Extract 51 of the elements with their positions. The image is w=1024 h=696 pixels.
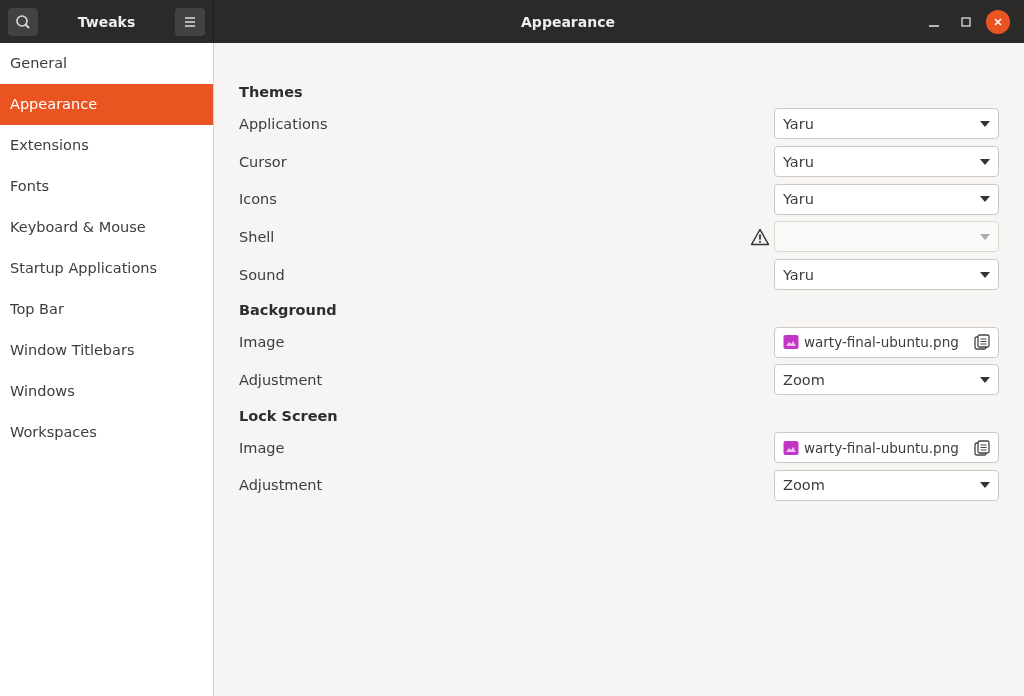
search-icon bbox=[15, 13, 31, 30]
close-button[interactable] bbox=[986, 9, 1010, 34]
dropdown-arrow-icon bbox=[980, 376, 990, 383]
dropdown-arrow-icon bbox=[980, 233, 990, 240]
dropdown-arrow-icon bbox=[980, 482, 990, 489]
section-heading: Themes bbox=[239, 83, 304, 102]
sidebar-item[interactable]: Workspaces bbox=[0, 412, 213, 453]
sidebar-item[interactable]: Windows bbox=[0, 371, 213, 412]
minimize-icon bbox=[929, 24, 939, 27]
sidebar-item[interactable]: Fonts bbox=[0, 166, 213, 207]
window-title: Appearance bbox=[520, 13, 616, 30]
setting-label: Shell bbox=[239, 228, 275, 245]
dropdown-arrow-icon bbox=[980, 158, 990, 165]
maximize-icon bbox=[961, 16, 971, 27]
section-heading: Background bbox=[239, 301, 338, 321]
file-chooser-button[interactable]: warty-final-ubuntu.png bbox=[774, 326, 999, 358]
image-file-icon bbox=[783, 334, 799, 351]
dropdown-arrow-icon bbox=[980, 120, 990, 127]
file-chooser-button[interactable]: warty-final-ubuntu.png bbox=[774, 432, 999, 464]
document-icon bbox=[974, 439, 990, 456]
setting-label: Image bbox=[239, 439, 285, 456]
sidebar-item[interactable]: Top Bar bbox=[0, 289, 213, 330]
sidebar-item[interactable]: Keyboard & Mouse bbox=[0, 207, 213, 248]
close-icon bbox=[993, 16, 1003, 27]
section-heading: Lock Screen bbox=[239, 406, 339, 426]
dropdown[interactable]: Yaru bbox=[774, 108, 999, 140]
image-file-icon bbox=[783, 439, 799, 456]
setting-label: Applications bbox=[239, 115, 328, 132]
menu-icon bbox=[184, 15, 196, 28]
menu-button[interactable] bbox=[175, 7, 205, 36]
sidebar-item[interactable]: General bbox=[0, 43, 213, 84]
dropdown[interactable]: Zoom bbox=[774, 469, 999, 501]
dropdown[interactable]: Yaru bbox=[774, 259, 999, 291]
dropdown-arrow-icon bbox=[980, 196, 990, 203]
dropdown[interactable]: Zoom bbox=[774, 364, 999, 396]
app-title: Tweaks bbox=[77, 13, 136, 30]
setting-label: Adjustment bbox=[239, 477, 323, 494]
sidebar-item[interactable]: Appearance bbox=[0, 84, 213, 125]
setting-label: Image bbox=[239, 334, 285, 351]
setting-label: Icons bbox=[239, 191, 277, 208]
document-icon bbox=[974, 334, 990, 351]
dropdown-arrow-icon bbox=[980, 271, 990, 278]
sidebar-item[interactable]: Window Titlebars bbox=[0, 330, 213, 371]
setting-label: Cursor bbox=[239, 153, 287, 170]
setting-label: Sound bbox=[239, 266, 285, 283]
dropdown[interactable]: Yaru bbox=[774, 183, 999, 215]
setting-label: Adjustment bbox=[239, 371, 323, 388]
dropdown[interactable]: Yaru bbox=[774, 146, 999, 178]
sidebar-item[interactable]: Startup Applications bbox=[0, 248, 213, 289]
search-button[interactable] bbox=[8, 7, 38, 36]
sidebar-item[interactable]: Extensions bbox=[0, 125, 213, 166]
